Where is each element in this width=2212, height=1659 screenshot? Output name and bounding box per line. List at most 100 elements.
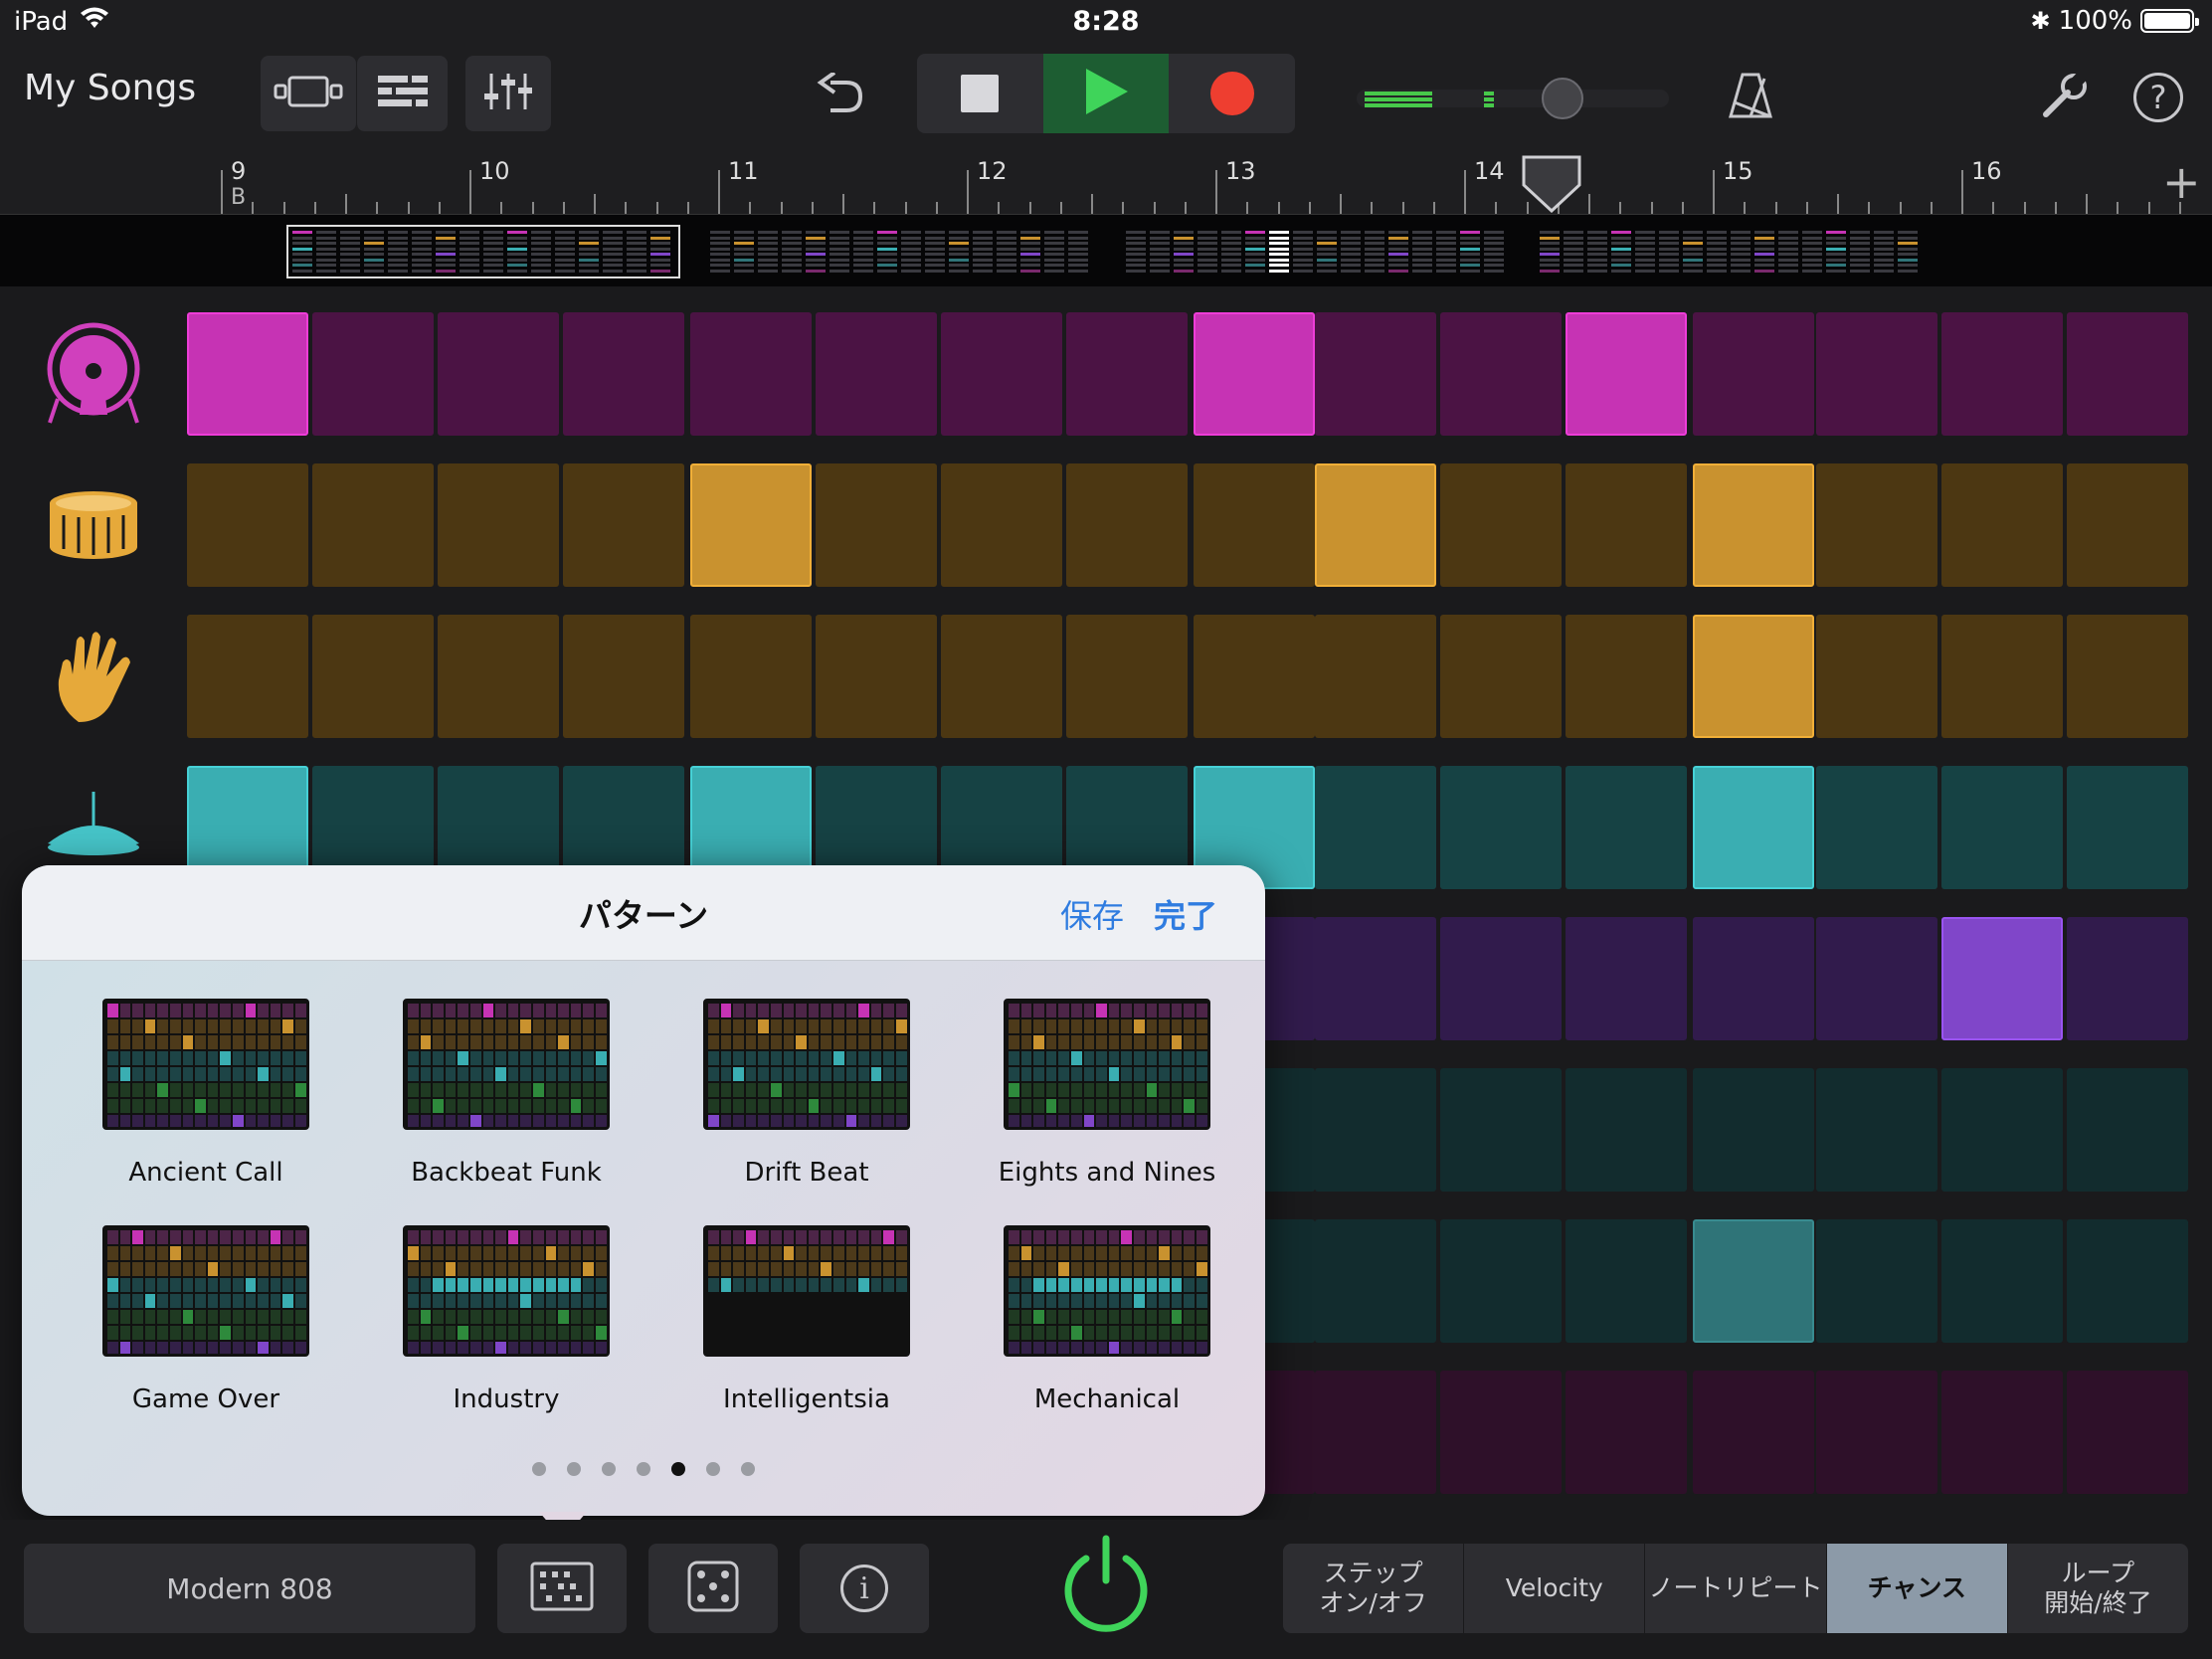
step-cell[interactable] bbox=[1941, 312, 2063, 436]
step-cell[interactable] bbox=[1693, 1371, 1814, 1494]
volume-knob[interactable] bbox=[1542, 78, 1583, 119]
step-cell[interactable] bbox=[1315, 463, 1436, 587]
page-dot[interactable] bbox=[671, 1462, 685, 1476]
step-cell[interactable] bbox=[1440, 766, 1562, 889]
pattern-item[interactable]: Eights and Nines bbox=[988, 999, 1226, 1188]
step-cell[interactable] bbox=[1693, 1068, 1814, 1192]
pattern-overview-block[interactable] bbox=[1536, 227, 1926, 276]
step-cell[interactable] bbox=[1440, 1371, 1562, 1494]
step-cell[interactable] bbox=[1941, 1371, 2063, 1494]
step-cell[interactable] bbox=[1440, 917, 1562, 1040]
snare-drum-icon[interactable] bbox=[36, 467, 151, 583]
my-songs-button[interactable]: My Songs bbox=[24, 68, 196, 108]
step-cell[interactable] bbox=[1440, 312, 1562, 436]
step-cell[interactable] bbox=[1315, 1219, 1436, 1343]
patterns-button[interactable] bbox=[497, 1544, 627, 1633]
mode-button[interactable]: ループ 開始/終了 bbox=[2008, 1544, 2188, 1633]
step-cell[interactable] bbox=[563, 312, 684, 436]
step-cell[interactable] bbox=[1066, 312, 1188, 436]
page-dot[interactable] bbox=[637, 1462, 650, 1476]
step-cell[interactable] bbox=[438, 615, 559, 738]
step-cell[interactable] bbox=[1566, 1219, 1687, 1343]
page-dot[interactable] bbox=[532, 1462, 546, 1476]
step-cell[interactable] bbox=[1566, 1371, 1687, 1494]
page-dot[interactable] bbox=[706, 1462, 720, 1476]
drum-kit-button[interactable]: Modern 808 bbox=[24, 1544, 475, 1633]
pattern-item[interactable]: Backbeat Funk bbox=[387, 999, 626, 1188]
master-volume-slider[interactable] bbox=[1357, 78, 1669, 119]
step-cell[interactable] bbox=[1941, 463, 2063, 587]
step-cell[interactable] bbox=[1693, 615, 1814, 738]
step-cell[interactable] bbox=[1816, 766, 1937, 889]
mode-button[interactable]: チャンス bbox=[1826, 1544, 2008, 1633]
step-cell[interactable] bbox=[2067, 766, 2188, 889]
kick-drum-icon[interactable] bbox=[36, 316, 151, 432]
step-cell[interactable] bbox=[312, 615, 434, 738]
step-cell[interactable] bbox=[1566, 917, 1687, 1040]
step-cell[interactable] bbox=[1693, 1219, 1814, 1343]
step-cell[interactable] bbox=[1693, 312, 1814, 436]
metronome-button[interactable] bbox=[1719, 66, 1782, 129]
step-cell[interactable] bbox=[1941, 1068, 2063, 1192]
step-cell[interactable] bbox=[816, 615, 937, 738]
step-cell[interactable] bbox=[1194, 615, 1315, 738]
step-cell[interactable] bbox=[1066, 463, 1188, 587]
pattern-item[interactable]: Industry bbox=[387, 1225, 626, 1414]
step-cell[interactable] bbox=[1941, 1219, 2063, 1343]
step-cell[interactable] bbox=[1566, 463, 1687, 587]
help-button[interactable]: ? bbox=[2126, 66, 2190, 129]
step-cell[interactable] bbox=[1693, 766, 1814, 889]
step-cell[interactable] bbox=[690, 463, 812, 587]
step-cell[interactable] bbox=[312, 463, 434, 587]
pattern-overview-block[interactable] bbox=[1122, 227, 1512, 276]
power-button[interactable] bbox=[1056, 1532, 1156, 1641]
step-cell[interactable] bbox=[1315, 615, 1436, 738]
step-cell[interactable] bbox=[1440, 463, 1562, 587]
pattern-overview-block[interactable] bbox=[706, 227, 1096, 276]
tracks-view-button[interactable] bbox=[356, 56, 448, 131]
step-cell[interactable] bbox=[1194, 463, 1315, 587]
step-cell[interactable] bbox=[1693, 463, 1814, 587]
step-cell[interactable] bbox=[941, 312, 1062, 436]
mode-button[interactable]: Velocity bbox=[1464, 1544, 1646, 1633]
pattern-item[interactable]: Drift Beat bbox=[687, 999, 926, 1188]
step-cell[interactable] bbox=[1816, 917, 1937, 1040]
record-button[interactable] bbox=[1169, 54, 1295, 133]
step-cell[interactable] bbox=[941, 463, 1062, 587]
step-cell[interactable] bbox=[187, 463, 308, 587]
step-cell[interactable] bbox=[1941, 917, 2063, 1040]
step-cell[interactable] bbox=[563, 615, 684, 738]
step-cell[interactable] bbox=[1816, 463, 1937, 587]
settings-button[interactable] bbox=[2033, 66, 2097, 129]
step-cell[interactable] bbox=[2067, 1219, 2188, 1343]
step-cell[interactable] bbox=[563, 463, 684, 587]
step-cell[interactable] bbox=[1941, 766, 2063, 889]
playhead[interactable] bbox=[1522, 155, 1581, 214]
step-cell[interactable] bbox=[1066, 615, 1188, 738]
page-dot[interactable] bbox=[602, 1462, 616, 1476]
undo-button[interactable] bbox=[808, 64, 873, 129]
step-cell[interactable] bbox=[1941, 615, 2063, 738]
page-dot[interactable] bbox=[741, 1462, 755, 1476]
step-cell[interactable] bbox=[1315, 1371, 1436, 1494]
pattern-overview[interactable] bbox=[0, 215, 2212, 286]
step-cell[interactable] bbox=[187, 615, 308, 738]
step-cell[interactable] bbox=[438, 463, 559, 587]
step-cell[interactable] bbox=[816, 312, 937, 436]
step-cell[interactable] bbox=[1315, 1068, 1436, 1192]
mode-button[interactable]: ノートリピート bbox=[1645, 1544, 1827, 1633]
step-cell[interactable] bbox=[1816, 1068, 1937, 1192]
step-cell[interactable] bbox=[1440, 1068, 1562, 1192]
timeline-ruler[interactable]: 9 10 11 12 13 14 15 16 B + bbox=[0, 153, 2212, 215]
step-cell[interactable] bbox=[816, 463, 937, 587]
step-cell[interactable] bbox=[1693, 917, 1814, 1040]
step-cell[interactable] bbox=[1440, 615, 1562, 738]
step-cell[interactable] bbox=[2067, 312, 2188, 436]
step-cell[interactable] bbox=[1315, 766, 1436, 889]
randomize-button[interactable] bbox=[648, 1544, 778, 1633]
info-button[interactable]: i bbox=[800, 1544, 929, 1633]
step-cell[interactable] bbox=[1816, 1371, 1937, 1494]
mixer-button[interactable] bbox=[465, 56, 551, 131]
step-cell[interactable] bbox=[2067, 463, 2188, 587]
mode-button[interactable]: ステップ オン/オフ bbox=[1283, 1544, 1465, 1633]
